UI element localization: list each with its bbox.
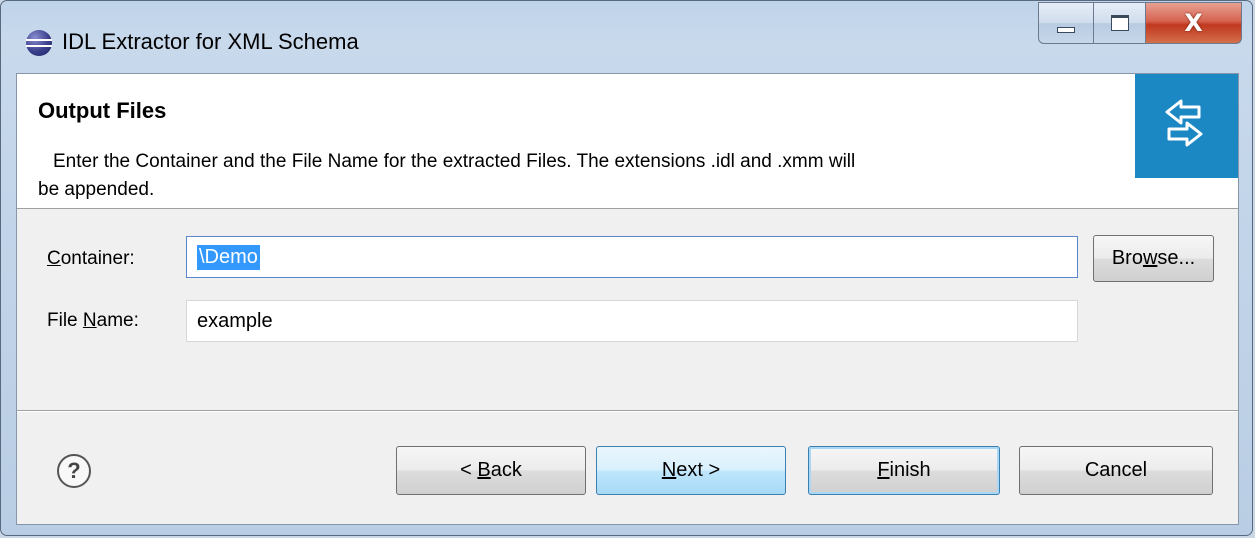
maximize-button[interactable] [1094,2,1146,44]
description-line-2: be appended. [38,179,155,200]
browse-button-label: Browse... [1111,247,1196,269]
eclipse-icon [26,30,52,56]
maximize-icon [1110,15,1129,31]
container-input[interactable]: \Demo [186,236,1078,278]
filename-input-value: example [197,309,273,332]
container-input-value: \Demo [197,244,260,270]
minimize-button[interactable] [1038,2,1094,44]
container-label: Container: [47,248,135,269]
help-glyph: ? [67,458,81,483]
wizard-arrows-icon [1135,74,1238,178]
wizard-client-area: Output Files Enter the Container and the… [16,73,1239,525]
footer-separator [17,410,1238,412]
close-button[interactable]: X [1146,2,1242,44]
back-button-label: < Back [460,459,522,481]
finish-button[interactable]: Finish [808,446,1000,495]
container-row: Container: \Demo [17,236,1238,280]
wizard-header: Output Files Enter the Container and the… [17,74,1238,209]
cancel-button-label: Cancel [1084,459,1148,481]
cancel-button[interactable]: Cancel [1019,446,1213,495]
help-icon[interactable]: ? [57,454,91,488]
close-icon: X [1184,9,1203,37]
minimize-icon [1057,27,1075,33]
next-button-label: Next > [661,459,721,481]
filename-label: File Name: [47,310,139,331]
page-title: Output Files [38,98,167,123]
window-title: IDL Extractor for XML Schema [62,29,359,54]
window-controls: X [1038,2,1242,44]
filename-row: File Name: example [17,300,1238,344]
back-button[interactable]: < Back [396,446,586,495]
next-button[interactable]: Next > [596,446,786,495]
description-line-1: Enter the Container and the File Name fo… [53,151,856,172]
wizard-window: IDL Extractor for XML Schema X Output Fi… [0,0,1253,536]
page-description: Enter the Container and the File Name fo… [38,148,1126,204]
title-bar[interactable]: IDL Extractor for XML Schema X [1,1,1252,75]
browse-button[interactable]: Browse... [1093,235,1214,282]
finish-button-label: Finish [877,459,931,481]
filename-input[interactable]: example [186,300,1078,342]
